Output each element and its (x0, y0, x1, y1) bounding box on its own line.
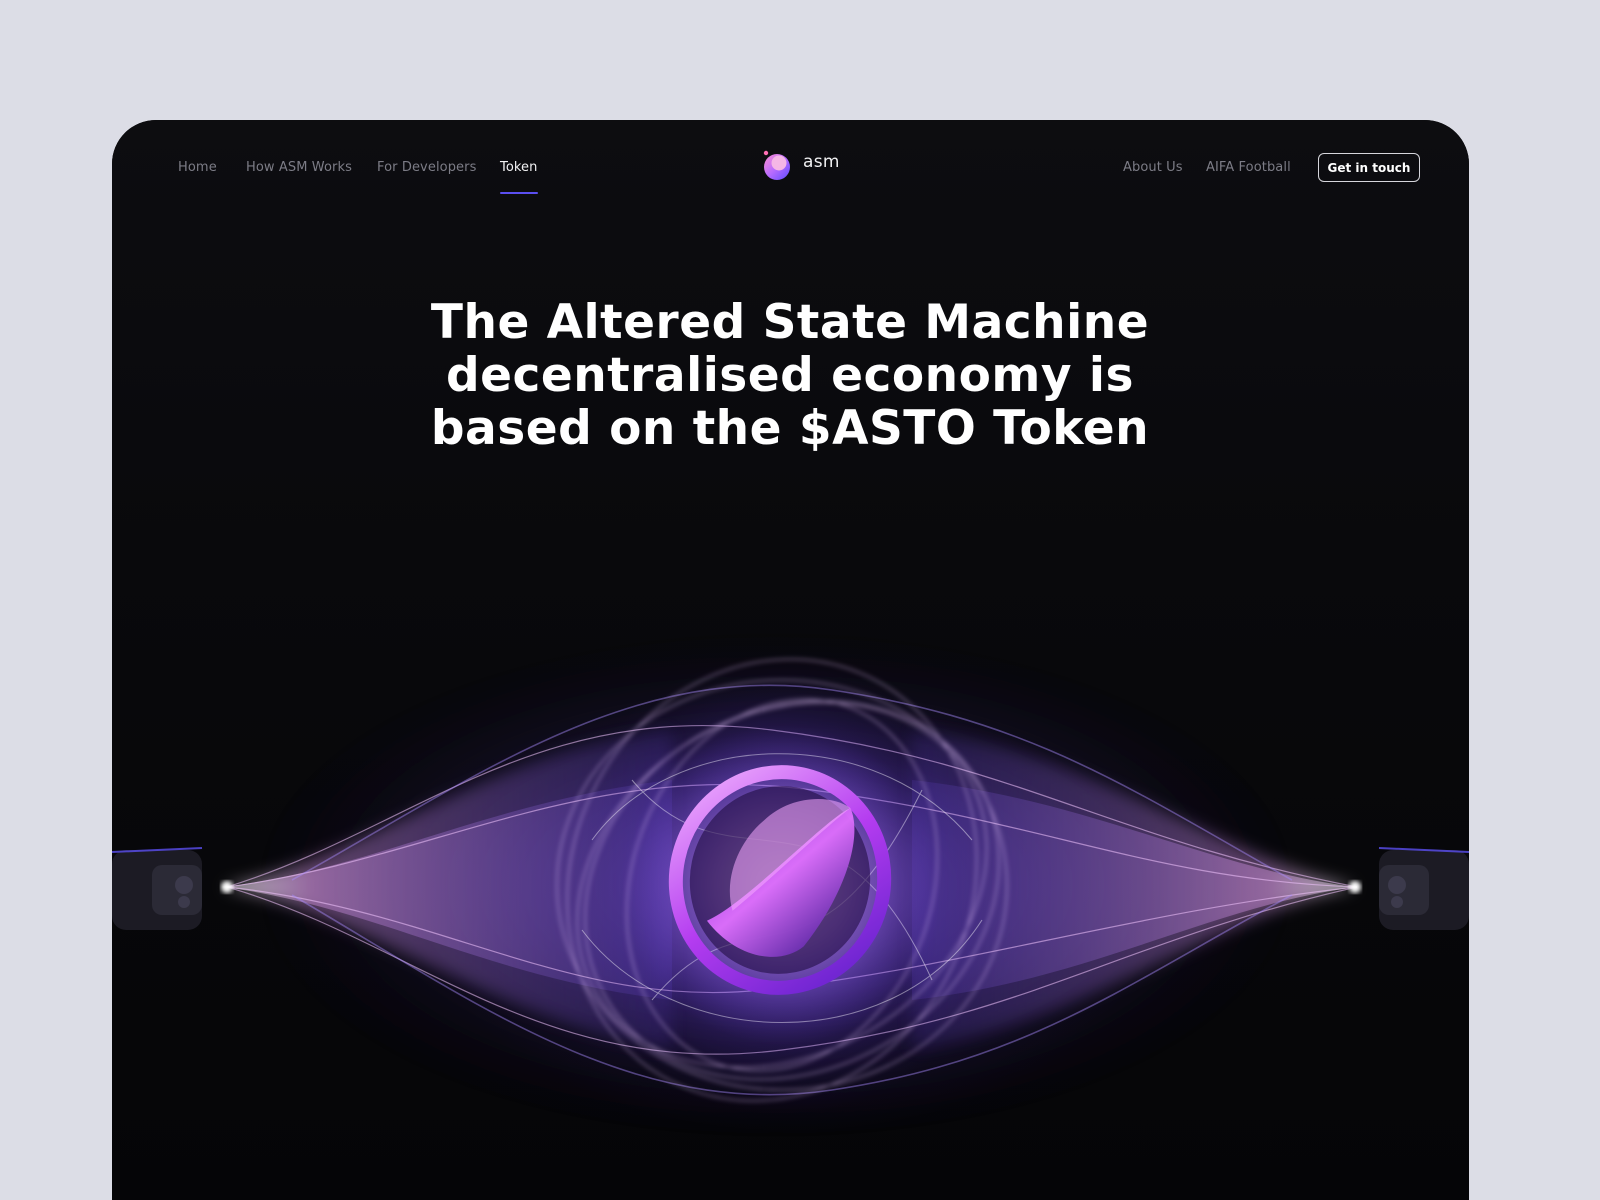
nav-about-us[interactable]: About Us (1123, 160, 1183, 175)
energy-orb-illustration (112, 635, 1469, 1135)
asm-logo-text: asm (803, 152, 840, 172)
site-frame: Home How ASM Works For Developers Token … (112, 120, 1469, 1200)
nav-active-indicator (500, 192, 538, 194)
nav-for-developers[interactable]: For Developers (377, 160, 476, 175)
top-navigation: Home How ASM Works For Developers Token … (112, 120, 1469, 220)
nav-token[interactable]: Token (500, 160, 538, 175)
asm-orb-icon (763, 150, 790, 180)
get-in-touch-button[interactable]: Get in touch (1318, 153, 1420, 182)
hero-headline: The Altered State Machine decentralised … (430, 295, 1150, 456)
nav-aifa-football[interactable]: AIFA Football (1206, 160, 1291, 175)
left-emitter-device (112, 847, 203, 930)
right-emitter-device (1378, 847, 1469, 930)
nav-how-asm-works[interactable]: How ASM Works (246, 160, 352, 175)
asm-logo[interactable]: asm (761, 148, 840, 182)
nav-home[interactable]: Home (178, 160, 217, 175)
asto-token-visual (112, 580, 1469, 1200)
